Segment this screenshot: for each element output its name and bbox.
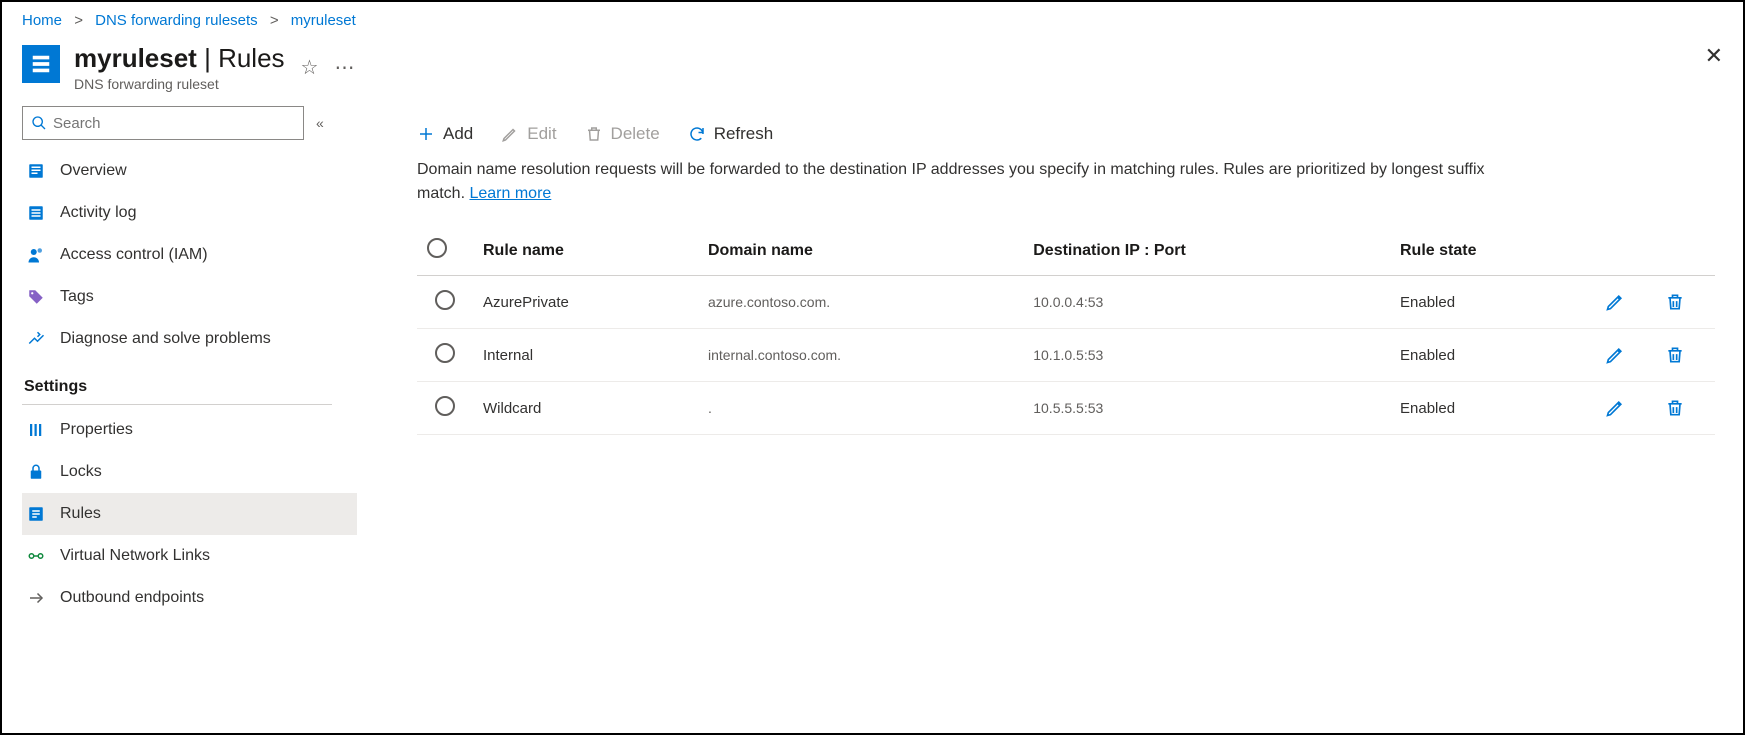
- refresh-button[interactable]: Refresh: [688, 124, 774, 144]
- pencil-icon: [501, 125, 519, 143]
- column-header-domain-name[interactable]: Domain name: [698, 226, 1023, 276]
- breadcrumb-item-current[interactable]: myruleset: [291, 12, 356, 29]
- sidebar-item-locks[interactable]: Locks: [22, 451, 357, 493]
- description-text: Domain name resolution requests will be …: [417, 158, 1517, 206]
- sidebar-section-settings: Settings: [22, 378, 357, 402]
- sidebar-item-label: Access control (IAM): [60, 246, 208, 264]
- edit-row-button[interactable]: [1605, 292, 1645, 312]
- cell-rule-state: Enabled: [1390, 382, 1595, 435]
- delete-row-button[interactable]: [1665, 292, 1705, 312]
- plus-icon: [417, 125, 435, 143]
- breadcrumb: Home > DNS forwarding rulesets > myrules…: [2, 2, 1743, 35]
- cell-destination: 10.5.5.5:53: [1023, 382, 1390, 435]
- sidebar-item-diagnose[interactable]: Diagnose and solve problems: [22, 318, 357, 360]
- cell-rule-name: Internal: [473, 329, 698, 382]
- sidebar-item-label: Virtual Network Links: [60, 547, 210, 565]
- collapse-sidebar-button[interactable]: «: [316, 115, 324, 131]
- column-header-destination[interactable]: Destination IP : Port: [1023, 226, 1390, 276]
- sidebar-item-label: Locks: [60, 463, 102, 481]
- edit-row-button[interactable]: [1605, 398, 1645, 418]
- chevron-right-icon: >: [270, 12, 279, 29]
- sidebar-item-vnet-links[interactable]: Virtual Network Links: [22, 535, 357, 577]
- sidebar-item-rules[interactable]: Rules: [22, 493, 357, 535]
- add-button[interactable]: Add: [417, 124, 473, 144]
- table-row[interactable]: Internalinternal.contoso.com.10.1.0.5:53…: [417, 329, 1715, 382]
- edit-row-button[interactable]: [1605, 345, 1645, 365]
- chevron-right-icon: >: [74, 12, 83, 29]
- sidebar-item-label: Diagnose and solve problems: [60, 330, 271, 348]
- rules-table: Rule name Domain name Destination IP : P…: [417, 226, 1715, 435]
- delete-button: Delete: [585, 124, 660, 144]
- cell-rule-state: Enabled: [1390, 276, 1595, 329]
- row-select-radio[interactable]: [435, 343, 455, 363]
- search-input[interactable]: [53, 115, 295, 132]
- sidebar-item-access-control[interactable]: Access control (IAM): [22, 234, 357, 276]
- breadcrumb-item-rulesets[interactable]: DNS forwarding rulesets: [95, 12, 258, 29]
- close-button[interactable]: ✕: [1705, 43, 1723, 69]
- access-control-icon: [26, 245, 46, 265]
- sidebar-item-label: Rules: [60, 505, 101, 523]
- sidebar-item-properties[interactable]: Properties: [22, 409, 357, 451]
- properties-icon: [26, 420, 46, 440]
- learn-more-link[interactable]: Learn more: [469, 185, 551, 202]
- edit-button: Edit: [501, 124, 556, 144]
- toolbar-label: Edit: [527, 124, 556, 144]
- sidebar-item-activity-log[interactable]: Activity log: [22, 192, 357, 234]
- sidebar-item-label: Tags: [60, 288, 94, 306]
- cell-rule-name: Wildcard: [473, 382, 698, 435]
- search-box[interactable]: [22, 106, 304, 140]
- cell-domain-name: .: [698, 382, 1023, 435]
- page-title: myruleset | Rules: [74, 43, 285, 74]
- cell-destination: 10.0.0.4:53: [1023, 276, 1390, 329]
- toolbar-label: Add: [443, 124, 473, 144]
- delete-row-button[interactable]: [1665, 345, 1705, 365]
- sidebar-item-tags[interactable]: Tags: [22, 276, 357, 318]
- sidebar-item-outbound-endpoints[interactable]: Outbound endpoints: [22, 577, 357, 619]
- column-header-rule-state[interactable]: Rule state: [1390, 226, 1595, 276]
- row-select-radio[interactable]: [435, 396, 455, 416]
- sidebar-item-label: Activity log: [60, 204, 136, 222]
- toolbar: Add Edit Delete Refresh: [417, 106, 1715, 158]
- table-row[interactable]: AzurePrivateazure.contoso.com.10.0.0.4:5…: [417, 276, 1715, 329]
- title-resource-name: myruleset: [74, 43, 197, 73]
- vnet-links-icon: [26, 546, 46, 566]
- resource-icon: [22, 45, 60, 83]
- overview-icon: [26, 161, 46, 181]
- sidebar-item-label: Overview: [60, 162, 127, 180]
- sidebar-item-label: Properties: [60, 421, 133, 439]
- page-subtitle: DNS forwarding ruleset: [74, 76, 285, 92]
- cell-rule-state: Enabled: [1390, 329, 1595, 382]
- activity-log-icon: [26, 203, 46, 223]
- table-row[interactable]: Wildcard.10.5.5.5:53Enabled: [417, 382, 1715, 435]
- select-all[interactable]: [417, 226, 473, 276]
- delete-row-button[interactable]: [1665, 398, 1705, 418]
- more-actions-button[interactable]: ⋯: [334, 55, 355, 80]
- locks-icon: [26, 462, 46, 482]
- tags-icon: [26, 287, 46, 307]
- cell-rule-name: AzurePrivate: [473, 276, 698, 329]
- divider: [22, 404, 332, 405]
- trash-icon: [585, 125, 603, 143]
- cell-domain-name: azure.contoso.com.: [698, 276, 1023, 329]
- cell-destination: 10.1.0.5:53: [1023, 329, 1390, 382]
- toolbar-label: Delete: [611, 124, 660, 144]
- toolbar-label: Refresh: [714, 124, 774, 144]
- refresh-icon: [688, 125, 706, 143]
- diagnose-icon: [26, 329, 46, 349]
- search-icon: [31, 115, 47, 131]
- cell-domain-name: internal.contoso.com.: [698, 329, 1023, 382]
- title-section-name: Rules: [218, 43, 284, 73]
- favorite-button[interactable]: ☆: [301, 55, 319, 80]
- page-header: myruleset | Rules DNS forwarding ruleset…: [2, 35, 1743, 106]
- rules-icon: [26, 504, 46, 524]
- sidebar: « Overview Activity log Access control (…: [2, 106, 357, 619]
- breadcrumb-item-home[interactable]: Home: [22, 12, 62, 29]
- outbound-endpoints-icon: [26, 588, 46, 608]
- sidebar-item-label: Outbound endpoints: [60, 589, 204, 607]
- row-select-radio[interactable]: [435, 290, 455, 310]
- column-header-rule-name[interactable]: Rule name: [473, 226, 698, 276]
- sidebar-item-overview[interactable]: Overview: [22, 150, 357, 192]
- main-content: Add Edit Delete Refresh Domain name reso…: [357, 106, 1743, 619]
